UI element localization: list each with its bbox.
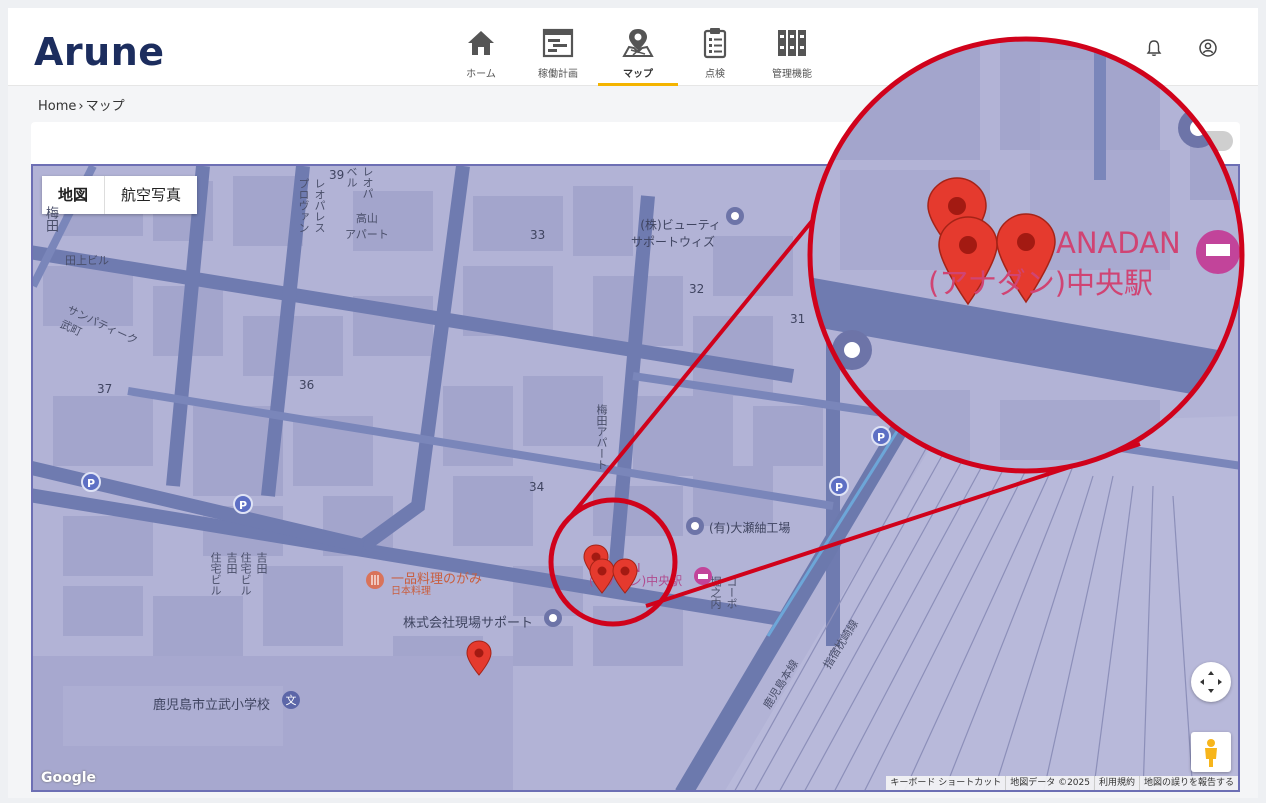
poi-label: (株)ビューティ サポートウィズ [630, 218, 721, 249]
map-attribution-bar: キーボード ショートカット 地図データ ©2025 利用規約 地図の誤りを報告す… [886, 776, 1238, 790]
app-logo[interactable]: Arune [34, 30, 165, 74]
block-number: 34 [529, 480, 545, 494]
map-type-control: 地図 航空写真 [42, 176, 198, 214]
breadcrumb-home[interactable]: Home [38, 99, 76, 114]
nav-item-home[interactable]: ホーム [444, 8, 518, 86]
poi-oose-factory[interactable]: (有)大瀬紬工場 [709, 519, 790, 536]
home-icon [468, 31, 494, 55]
nav-item-map[interactable]: マップ [598, 8, 678, 86]
block-number: 31 [790, 312, 806, 326]
nav-item-inspection[interactable]: 点検 [678, 8, 752, 86]
poi-marker-icon[interactable] [725, 206, 745, 226]
poi-genba-support[interactable]: 株式会社現場サポート [403, 612, 533, 631]
building-label: レオパ ベル [345, 166, 374, 199]
nav-label: 点検 [705, 69, 725, 80]
breadcrumb-separator: › [78, 99, 84, 114]
top-header: Arune ホーム 稼働計画 マップ 点検 管理機能 [8, 8, 1258, 86]
bell-icon[interactable] [1144, 38, 1164, 58]
nav-item-schedule[interactable]: 稼働計画 [518, 8, 598, 86]
recenter-icon [1200, 671, 1222, 693]
clipboard-icon [703, 28, 727, 59]
location-marker-icon[interactable] [612, 558, 638, 594]
building-label: 吉田 住宅ビル [209, 552, 238, 596]
schedule-icon [542, 28, 574, 58]
location-marker-icon[interactable] [466, 640, 492, 676]
building-label: 梅田アパート [595, 404, 608, 470]
main-nav: ホーム 稼働計画 マップ 点検 管理機能 [444, 8, 832, 86]
hotel-icon[interactable] [693, 566, 713, 586]
block-number: 36 [299, 378, 315, 392]
breadcrumb-current: マップ [85, 99, 125, 114]
recenter-button[interactable] [1191, 662, 1231, 702]
nav-label: マップ [623, 69, 653, 80]
poi-restaurant-category: 日本料理 [391, 586, 431, 597]
poi-school[interactable]: 鹿児島市立武小学校 [153, 694, 270, 713]
parking-icon[interactable]: P [871, 426, 891, 446]
block-number: 33 [530, 228, 546, 242]
user-icon[interactable] [1198, 38, 1218, 58]
nav-label: ホーム [466, 69, 496, 80]
building-label: 田上ビル [65, 254, 109, 267]
restaurant-icon[interactable] [365, 570, 385, 590]
keyboard-shortcuts-link[interactable]: キーボード ショートカット [886, 776, 1005, 790]
poi-beauty-support[interactable]: (株)ビューティ サポートウィズ [625, 202, 721, 264]
nav-label: 管理機能 [772, 69, 812, 80]
breadcrumb: Home › マップ [38, 95, 125, 114]
google-logo[interactable]: Google [41, 770, 96, 786]
binders-icon [778, 30, 806, 56]
building-label: レオパレス プロヴァン [297, 178, 326, 233]
poi-marker-icon[interactable] [543, 608, 563, 628]
map-data-label: 地図データ ©2025 [1005, 776, 1094, 790]
display-toggle[interactable] [1197, 131, 1233, 151]
block-number: 37 [97, 382, 113, 396]
zoom-hotel-name: ANADAN [1056, 226, 1181, 260]
building-label: 高山 アパート [345, 212, 389, 241]
terms-link[interactable]: 利用規約 [1093, 776, 1139, 790]
nav-item-admin[interactable]: 管理機能 [752, 8, 832, 86]
map-type-satellite-button[interactable]: 航空写真 [105, 176, 197, 214]
block-number: 32 [689, 282, 705, 296]
block-number: 39 [329, 168, 345, 182]
svg-text:文: 文 [286, 693, 297, 707]
parking-icon[interactable]: P [81, 472, 101, 492]
poi-marker-icon[interactable] [685, 516, 705, 536]
school-icon[interactable]: 文 [281, 690, 301, 710]
building-label: 吉田 住宅ビル [239, 552, 268, 596]
report-error-link[interactable]: 地図の誤りを報告する [1138, 776, 1238, 790]
pegman-icon [1205, 739, 1217, 767]
zoom-hotel-subname: (アナダン)中央駅 [928, 266, 1154, 300]
map-pin-icon [622, 29, 654, 57]
street-view-pegman-button[interactable] [1191, 732, 1231, 772]
nav-label: 稼働計画 [538, 69, 578, 80]
parking-icon[interactable]: P [829, 476, 849, 496]
road-name-label: 梅田 [43, 206, 58, 232]
parking-icon[interactable]: P [233, 494, 253, 514]
